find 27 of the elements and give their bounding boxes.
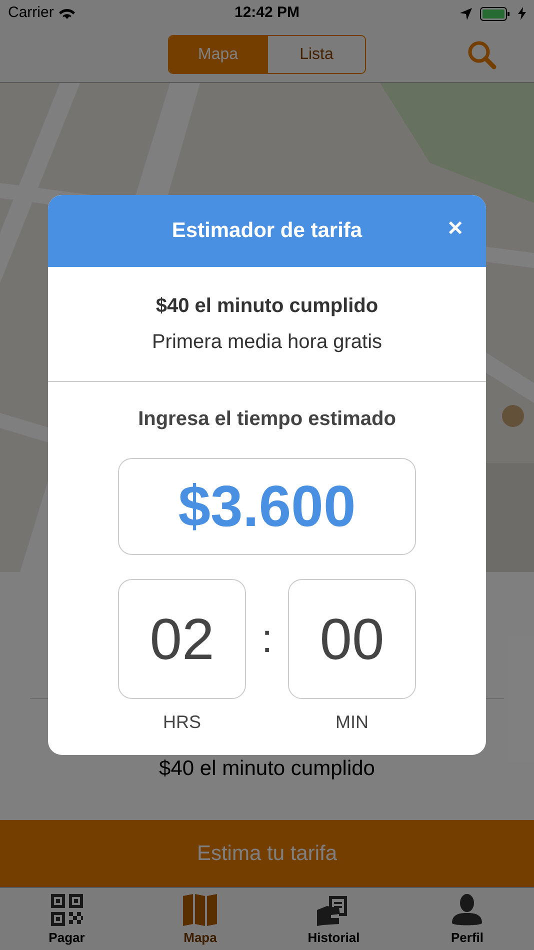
clock-label: 12:42 PM: [234, 3, 300, 24]
tab-bar-item[interactable]: Perfil: [400, 888, 534, 950]
person-icon: [452, 894, 482, 926]
minutes-field[interactable]: 00: [288, 579, 416, 699]
dialog-title: Estimador de tarifa: [172, 218, 362, 244]
hours-field[interactable]: 02: [118, 579, 246, 699]
fare-amount-display: $3.600: [118, 458, 416, 555]
search-icon[interactable]: [467, 40, 497, 70]
segment-tab[interactable]: Lista: [267, 36, 365, 73]
rate-text: $40 el minuto cumplido: [159, 756, 375, 782]
time-separator: :: [260, 616, 274, 663]
tab-bar-item[interactable]: Mapa: [134, 888, 267, 950]
close-button[interactable]: ✕: [447, 219, 464, 239]
location-arrow-icon: [460, 8, 472, 20]
carrier-label: Carrier: [8, 3, 54, 24]
wifi-icon: [58, 7, 76, 20]
rate-text: $40 el minuto cumplido: [156, 294, 378, 319]
qr-code-icon: [50, 894, 83, 926]
free-period-text: Primera media hora gratis: [152, 330, 382, 355]
tab-bar-item[interactable]: Pagar: [0, 888, 134, 950]
folded-map-icon: [183, 894, 218, 926]
unit-label: MIN: [336, 711, 368, 734]
unit-label: HRS: [162, 711, 201, 734]
tab-bar-item[interactable]: Historial: [267, 888, 400, 950]
battery-icon: [480, 6, 510, 20]
time-prompt: Ingresa el tiempo estimado: [138, 407, 396, 432]
charging-bolt-icon: [518, 7, 526, 20]
